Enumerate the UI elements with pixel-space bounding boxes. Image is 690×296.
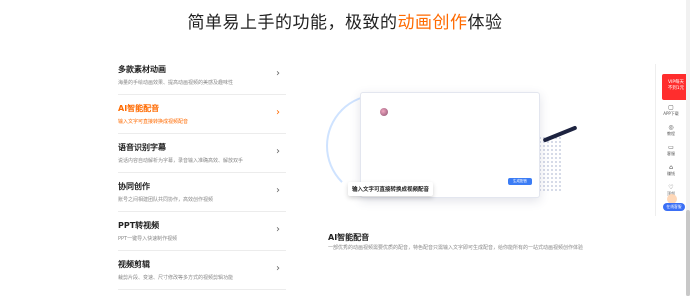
feature-item-video-editing[interactable]: 视频剪辑 裁剪片段、变速、尺寸修改等多方式的视频剪辑功能 ›	[118, 251, 286, 290]
feature-item-collaboration[interactable]: 协同创作 账号之间相建团队共同协作，高效创作视频 ›	[118, 173, 286, 212]
chevron-right-icon: ›	[276, 263, 280, 274]
chevron-right-icon: ›	[276, 224, 280, 235]
feature-desc: 裁剪片段、变速、尺寸修改等多方式的视频剪辑功能	[118, 275, 234, 281]
phone-icon: ▢	[668, 104, 674, 111]
feature-detail-text: 一部优秀的动画视频需要优质的配音，特色配音只需输入文字即可生成配音，给你能所有的…	[328, 245, 584, 251]
home-icon: ⌂	[669, 164, 673, 171]
sidebar-item-label: 客服	[667, 151, 675, 156]
sidebar-item-label: 教程	[667, 131, 675, 136]
feature-item-speech-subtitles[interactable]: 语音识别字幕 说话内容自动解析为字幕，录音输入准确高效、解放双手 ›	[118, 134, 286, 173]
chevron-right-icon: ›	[276, 146, 280, 157]
sidebar-item-support[interactable]: ▭ 客服	[660, 144, 682, 156]
feature-desc: 账号之间相建团队共同协作，高效创作视频	[118, 197, 214, 203]
preview-caption: 输入文字可直接转换成视频配音	[348, 182, 434, 196]
preview-generate-button: 生成配音	[508, 178, 532, 185]
feature-desc: PPT一键导入快速制作视频	[118, 236, 178, 242]
chat-icon: ▭	[668, 144, 674, 151]
feature-desc: 说话内容自动解析为字幕，录音输入准确高效、解放双手	[118, 158, 244, 164]
feature-title: 多款素材动画	[118, 65, 166, 74]
section-headline: 简单易上手的功能，极致的动画创作体验	[0, 8, 690, 33]
headline-prefix: 简单易上手的功能，极致的	[187, 13, 398, 33]
heart-icon: ♡	[668, 184, 674, 191]
online-service-button[interactable]: 在线客服	[663, 203, 685, 211]
feature-preview-illustration: 生成配音 输入文字可直接转换成视频配音	[326, 84, 578, 224]
sidebar-item-earn[interactable]: ⌂ 赚钱	[660, 164, 682, 176]
feature-list: 多款素材动画 海量的手绘动画效果、提高动画视频的美感及趣味性 › AI智能配音 …	[118, 56, 286, 290]
chevron-right-icon: ›	[276, 107, 280, 118]
feature-title: 协同创作	[118, 182, 150, 191]
avatar	[380, 108, 388, 116]
feature-title: PPT转视频	[118, 221, 160, 230]
feature-desc: 输入文字可直接转换成视频配音	[118, 119, 189, 125]
sidebar-item-label: 赚钱	[667, 171, 675, 176]
headline-accent: 动画创作	[397, 13, 468, 33]
feature-item-ai-dubbing[interactable]: AI智能配音 输入文字可直接转换成视频配音 ›	[118, 95, 286, 134]
headline-suffix: 体验	[467, 13, 503, 33]
chevron-right-icon: ›	[276, 68, 280, 79]
feature-item-material-animation[interactable]: 多款素材动画 海量的手绘动画效果、提高动画视频的美感及趣味性 ›	[118, 56, 286, 95]
chevron-right-icon: ›	[276, 185, 280, 196]
sidebar-item-tutorial[interactable]: ◎ 教程	[660, 124, 682, 136]
feature-title: 语音识别字幕	[118, 143, 166, 152]
feature-title: 视频剪辑	[118, 260, 150, 269]
feature-desc: 海量的手绘动画效果、提高动画视频的美感及趣味性	[118, 80, 234, 86]
sidebar-item-label: APP下载	[663, 111, 679, 116]
tutorial-icon: ◎	[668, 124, 674, 131]
feature-item-ppt-to-video[interactable]: PPT转视频 PPT一键导入快速制作视频 ›	[118, 212, 286, 251]
feature-title: AI智能配音	[118, 104, 160, 113]
feature-detail-title: AI智能配音	[328, 233, 370, 242]
sidebar-item-app-download[interactable]: ▢ APP下载	[660, 104, 682, 116]
page-scrollbar-thumb[interactable]	[686, 210, 690, 296]
